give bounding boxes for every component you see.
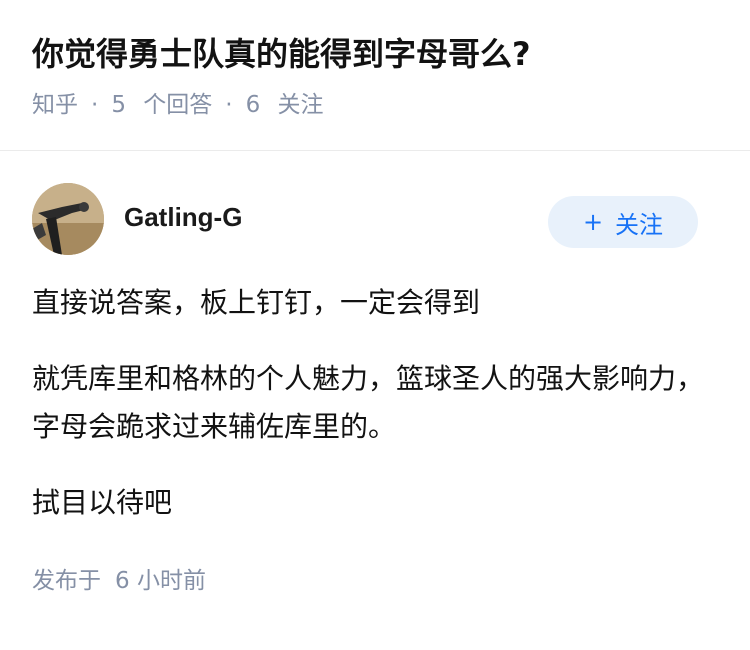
header-divider bbox=[0, 150, 750, 151]
author-row: Gatling-G + 关注 bbox=[32, 181, 718, 257]
answer-count-label: 个回答 bbox=[143, 92, 213, 118]
answer-count[interactable]: 5 个回答 bbox=[111, 90, 212, 120]
follow-button-label: 关注 bbox=[615, 210, 664, 239]
follower-count-value: 6 bbox=[245, 92, 261, 118]
publish-time[interactable]: 发布于 6 小时前 bbox=[32, 561, 718, 595]
answer-paragraph: 就凭库里和格林的个人魅力，篮球圣人的强大影响力，字母会跪求过来辅佐库里的。 bbox=[32, 362, 705, 443]
answer-card: Gatling-G + 关注 直接说答案，板上钉钉，一定会得到 就凭库里和格林的… bbox=[0, 181, 750, 595]
answer-paragraph: 直接说答案，板上钉钉，一定会得到 bbox=[32, 286, 481, 319]
meta-separator: · bbox=[91, 92, 99, 118]
avatar[interactable] bbox=[32, 183, 104, 255]
follow-button[interactable]: + 关注 bbox=[548, 196, 698, 248]
question-header: 你觉得勇士队真的能得到字母哥么? 知乎 · 5 个回答 · 6 关注 bbox=[0, 0, 750, 120]
follower-count-label: 关注 bbox=[277, 92, 324, 118]
publish-time-value: 6 小时前 bbox=[115, 568, 206, 594]
answer-paragraph: 拭目以待吧 bbox=[32, 486, 173, 519]
question-title[interactable]: 你觉得勇士队真的能得到字母哥么? bbox=[32, 32, 718, 76]
meta-separator: · bbox=[225, 92, 233, 118]
source-label[interactable]: 知乎 bbox=[32, 90, 78, 120]
plus-icon: + bbox=[582, 208, 604, 236]
author-name[interactable]: Gatling-G bbox=[124, 202, 548, 233]
answer-count-value: 5 bbox=[111, 92, 126, 118]
publish-prefix: 发布于 bbox=[32, 568, 101, 594]
question-meta: 知乎 · 5 个回答 · 6 关注 bbox=[32, 90, 718, 120]
follower-count[interactable]: 6 关注 bbox=[246, 90, 324, 120]
